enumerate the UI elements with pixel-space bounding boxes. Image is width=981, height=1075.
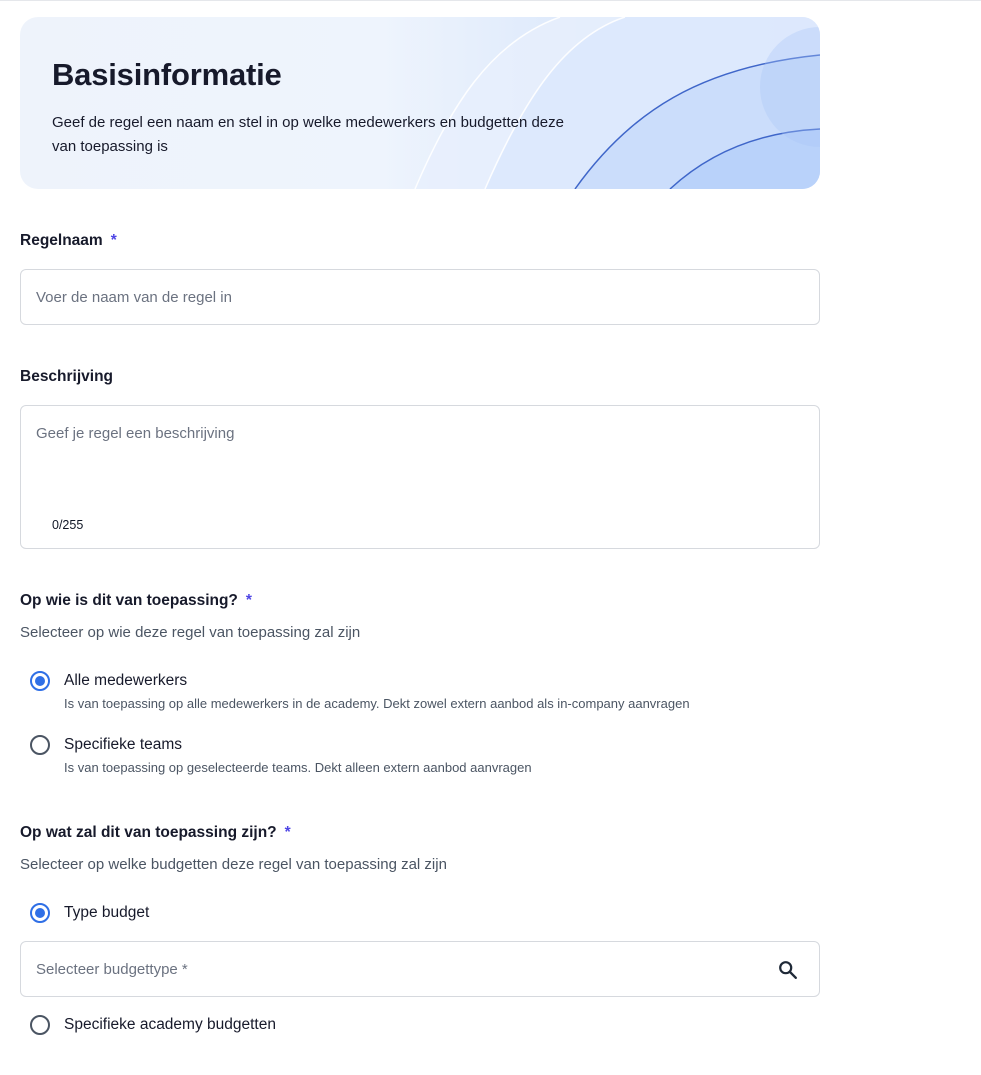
radio-button-specific-teams[interactable] <box>30 735 50 755</box>
radio-button-type-budget[interactable] <box>30 903 50 923</box>
radio-label: Specifieke teams <box>64 736 183 753</box>
description-textarea[interactable]: Geef je regel een beschrijving 0/255 <box>20 405 820 549</box>
page-title: Basisinformatie <box>52 57 282 92</box>
budget-type-placeholder: Selecteer budgettype * <box>36 961 188 978</box>
radio-label: Type budget <box>64 904 150 921</box>
applies-to-label-text: Op wie is dit van toepassing? <box>20 592 238 609</box>
rule-name-label-text: Regelnaam <box>20 232 103 249</box>
applies-to-help: Selecteer op wie deze regel van toepassi… <box>20 624 361 641</box>
required-mark: * <box>110 232 117 249</box>
header-banner: Basisinformatie Geef de regel een naam e… <box>20 17 820 189</box>
radio-description: Is van toepassing op geselecteerde teams… <box>64 760 532 775</box>
top-divider <box>0 0 981 1</box>
page-subtitle: Geef de regel een naam en stel in op wel… <box>52 114 564 155</box>
budgets-label: Op wat zal dit van toepassing zijn? * <box>20 824 291 842</box>
radio-label: Specifieke academy budgetten <box>64 1016 276 1033</box>
budgets-help: Selecteer op welke budgetten deze regel … <box>20 856 447 873</box>
radio-description: Is van toepassing op alle medewerkers in… <box>64 696 690 711</box>
rule-name-placeholder: Voer de naam van de regel in <box>36 289 232 306</box>
banner-decoration <box>414 17 820 189</box>
rule-name-label: Regelnaam * <box>20 232 117 250</box>
rule-name-input[interactable]: Voer de naam van de regel in <box>20 269 820 325</box>
description-label: Beschrijving <box>20 368 114 385</box>
budgets-label-text: Op wat zal dit van toepassing zijn? <box>20 824 277 841</box>
required-mark: * <box>284 824 291 841</box>
budget-type-select[interactable]: Selecteer budgettype * <box>20 941 820 997</box>
required-mark: * <box>245 592 252 609</box>
search-icon[interactable] <box>777 959 799 981</box>
character-counter: 0/255 <box>52 518 84 532</box>
description-placeholder: Geef je regel een beschrijving <box>36 425 235 442</box>
applies-to-label: Op wie is dit van toepassing? * <box>20 592 252 610</box>
radio-button-specific-academy-budgets[interactable] <box>30 1015 50 1035</box>
radio-label: Alle medewerkers <box>64 672 188 689</box>
radio-button-all-employees[interactable] <box>30 671 50 691</box>
